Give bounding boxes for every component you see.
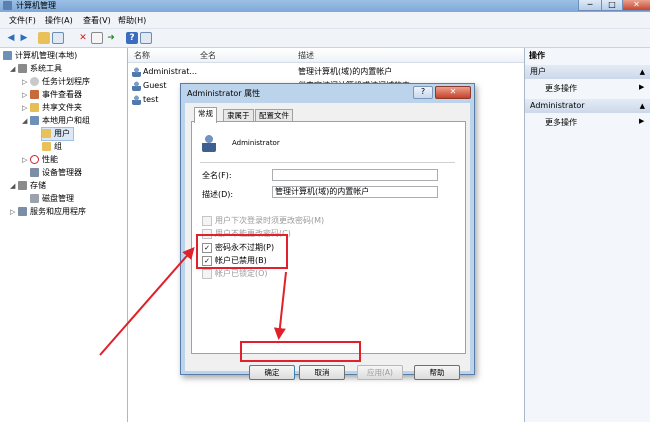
arrow-to-ok-button bbox=[273, 271, 287, 340]
annotation-arrows bbox=[99, 246, 287, 356]
tab-general[interactable]: 常规 bbox=[194, 107, 217, 123]
arrow-to-checkboxes bbox=[99, 246, 195, 356]
